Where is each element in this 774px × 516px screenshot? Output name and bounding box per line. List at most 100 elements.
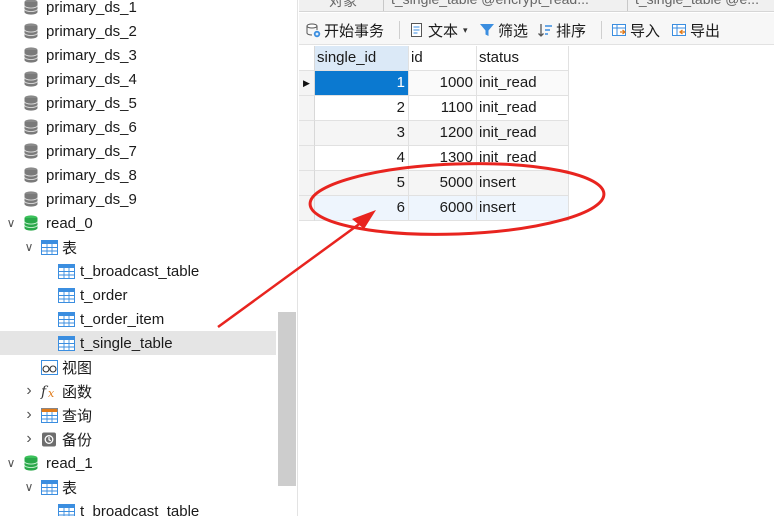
tab-strip: 对象 t_single_table @encrypt_read... t_sin… <box>299 0 774 12</box>
chevron-down-icon[interactable]: ∨ <box>4 216 18 230</box>
chevron-right-icon[interactable]: › <box>22 430 36 447</box>
table-row[interactable]: ▶ 1 1000 init_read <box>299 71 569 96</box>
filter-button[interactable]: 筛选 <box>479 19 528 41</box>
navigator-item-primary_ds_5[interactable]: primary_ds_5 <box>0 91 276 115</box>
table-row[interactable]: 3 1200 init_read <box>299 121 569 146</box>
column-header-id[interactable]: id <box>409 46 477 71</box>
navigator-item-label: read_0 <box>46 214 93 232</box>
navigator-item-label: 备份 <box>62 431 93 449</box>
navigator-item-primary_ds_9[interactable]: primary_ds_9 <box>0 187 276 211</box>
database-icon <box>22 22 40 40</box>
table-row[interactable]: 5 5000 insert <box>299 171 569 196</box>
cell-id[interactable]: 1300 <box>409 146 477 171</box>
database-icon <box>22 142 40 160</box>
column-header-single-id[interactable]: single_id <box>315 46 409 71</box>
text-icon <box>409 22 425 38</box>
table-row[interactable]: 6 6000 insert <box>299 196 569 221</box>
table-icon <box>57 502 75 516</box>
dropdown-arrow-icon: ▾ <box>463 24 468 35</box>
navigator-item-group[interactable]: › 备份 <box>0 427 276 451</box>
navigator-item-read_1[interactable]: ∨ read_1 <box>0 451 276 475</box>
column-header-status[interactable]: status <box>477 46 569 71</box>
navigator-item-label: primary_ds_6 <box>46 118 137 136</box>
cell-id[interactable]: 1100 <box>409 96 477 121</box>
table-viewer: 对象 t_single_table @encrypt_read... t_sin… <box>299 0 774 516</box>
cell-status[interactable]: insert <box>477 196 569 221</box>
navigator-item-label: t_broadcast_table <box>80 262 200 280</box>
navigator-item-label: primary_ds_5 <box>46 94 137 112</box>
export-button[interactable]: 导出 <box>671 19 720 41</box>
navigator-item-t_order_item[interactable]: t_order_item <box>0 307 276 331</box>
navigator-item-group[interactable]: ∨ 表 <box>0 235 276 259</box>
row-marker[interactable] <box>299 171 315 196</box>
navigator-item-label: primary_ds_4 <box>46 70 137 88</box>
cell-status[interactable]: init_read <box>477 146 569 171</box>
chevron-right-icon[interactable]: › <box>22 406 36 423</box>
navigator-item-primary_ds_7[interactable]: primary_ds_7 <box>0 139 276 163</box>
navigator-item-t_single_table[interactable]: t_single_table <box>0 331 276 355</box>
cell-status[interactable]: init_read <box>477 121 569 146</box>
cell-single-id[interactable]: 1 <box>315 71 409 96</box>
toolbar-separator <box>399 21 400 39</box>
data-toolbar: 开始事务 文本 ▾ 筛选 排序 导入 导出 <box>299 13 774 45</box>
query-icon <box>40 406 58 424</box>
chevron-down-icon[interactable]: ∨ <box>22 240 36 254</box>
tab-single-table-2[interactable]: t_single_table @e... <box>635 0 759 11</box>
cell-status[interactable]: init_read <box>477 71 569 96</box>
navigator-item-primary_ds_1[interactable]: primary_ds_1 <box>0 0 276 19</box>
cell-single-id[interactable]: 6 <box>315 196 409 221</box>
table-row[interactable]: 2 1100 init_read <box>299 96 569 121</box>
row-marker[interactable] <box>299 121 315 146</box>
cell-id[interactable]: 1000 <box>409 71 477 96</box>
cell-single-id[interactable]: 5 <box>315 171 409 196</box>
navigator-item-label: 函数 <box>62 383 93 401</box>
navigator-item-primary_ds_4[interactable]: primary_ds_4 <box>0 67 276 91</box>
navigator-item-t_broadcast_table[interactable]: t_broadcast_table <box>0 499 276 516</box>
navigator-item-label: 查询 <box>62 407 93 425</box>
navigator-item-group[interactable]: › f x 函数 <box>0 379 276 403</box>
navigator-item-primary_ds_3[interactable]: primary_ds_3 <box>0 43 276 67</box>
navigator-item-primary_ds_2[interactable]: primary_ds_2 <box>0 19 276 43</box>
row-marker[interactable] <box>299 146 315 171</box>
cell-status[interactable]: init_read <box>477 96 569 121</box>
navigator-item-t_order[interactable]: t_order <box>0 283 276 307</box>
navigator-item-group[interactable]: ∨ 表 <box>0 475 276 499</box>
chevron-down-icon[interactable]: ∨ <box>4 456 18 470</box>
tab-single-table-1[interactable]: t_single_table @encrypt_read... <box>391 0 623 11</box>
cell-status[interactable]: insert <box>477 171 569 196</box>
cell-single-id[interactable]: 2 <box>315 96 409 121</box>
toolbar-separator <box>601 21 602 39</box>
cell-single-id[interactable]: 4 <box>315 146 409 171</box>
table-row[interactable]: 4 1300 init_read <box>299 146 569 171</box>
row-marker[interactable] <box>299 196 315 221</box>
cell-id[interactable]: 5000 <box>409 171 477 196</box>
database-icon <box>22 94 40 112</box>
filter-icon <box>479 22 495 38</box>
navigator-item-primary_ds_8[interactable]: primary_ds_8 <box>0 163 276 187</box>
export-icon <box>671 22 687 38</box>
row-marker-header <box>299 46 315 71</box>
import-button[interactable]: 导入 <box>611 19 660 41</box>
begin-transaction-button[interactable]: 开始事务 <box>305 19 384 41</box>
tab-objects[interactable]: 对象 <box>329 0 357 11</box>
current-row-marker[interactable]: ▶ <box>299 71 315 96</box>
navigator-scrollbar[interactable] <box>278 312 296 486</box>
chevron-down-icon[interactable]: ∨ <box>22 480 36 494</box>
cell-single-id[interactable]: 3 <box>315 121 409 146</box>
navigator-item-label: primary_ds_8 <box>46 166 137 184</box>
navigator-item-primary_ds_6[interactable]: primary_ds_6 <box>0 115 276 139</box>
text-view-button[interactable]: 文本 ▾ <box>409 19 468 41</box>
cell-id[interactable]: 1200 <box>409 121 477 146</box>
table-icon <box>57 286 75 304</box>
navigator-item-label: primary_ds_7 <box>46 142 137 160</box>
chevron-right-icon[interactable]: › <box>22 382 36 399</box>
navigator-item-read_0[interactable]: ∨ read_0 <box>0 211 276 235</box>
navigator-item-group[interactable]: 视图 <box>0 355 276 379</box>
table-icon <box>57 334 75 352</box>
cell-id[interactable]: 6000 <box>409 196 477 221</box>
navigator-item-group[interactable]: › 查询 <box>0 403 276 427</box>
navigator-item-t_broadcast_table[interactable]: t_broadcast_table <box>0 259 276 283</box>
row-marker[interactable] <box>299 96 315 121</box>
sort-button[interactable]: 排序 <box>537 19 586 41</box>
table-folder-icon <box>40 478 58 496</box>
